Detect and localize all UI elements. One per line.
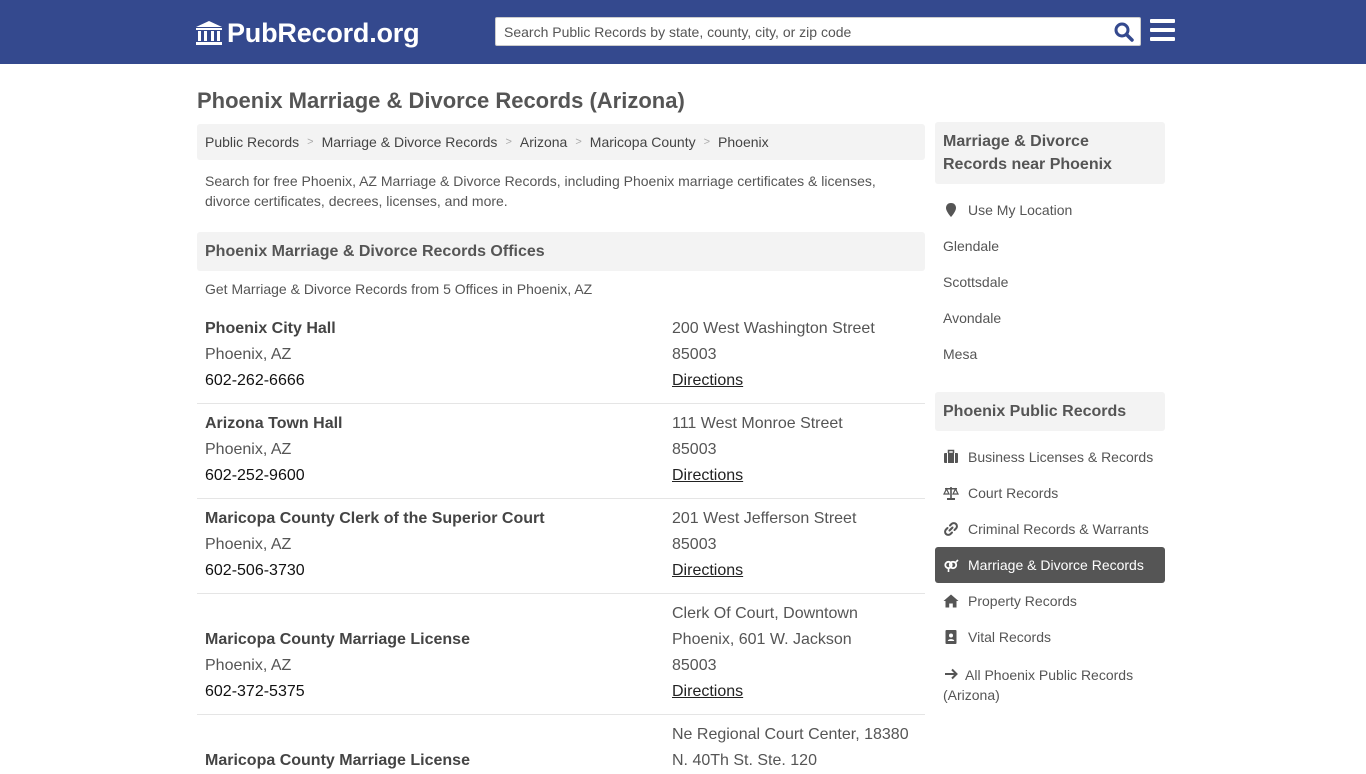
hamburger-menu-icon[interactable]	[1150, 19, 1175, 41]
breadcrumb: Public Records > Marriage & Divorce Reco…	[197, 124, 925, 160]
nearby-records-heading: Marriage & Divorce Records near Phoenix	[935, 122, 1165, 184]
all-public-records-link[interactable]: All Phoenix Public Records (Arizona)	[943, 665, 1158, 705]
office-address-line: 111 West Monroe Street	[672, 415, 843, 432]
office-address-line: Clerk Of Court, Downtown	[672, 605, 858, 622]
breadcrumb-public-records[interactable]: Public Records	[205, 134, 299, 150]
breadcrumb-marriage-divorce[interactable]: Marriage & Divorce Records	[322, 134, 498, 150]
office-list-item: Maricopa County Marriage License Phoenix…	[197, 601, 925, 715]
office-address-line: Ne Regional Court Center, 18380	[672, 726, 909, 743]
directions-link[interactable]: Directions	[672, 467, 743, 484]
offices-section-heading: Phoenix Marriage & Divorce Records Offic…	[197, 232, 925, 271]
sidebar-item-label: Vital Records	[968, 629, 1052, 645]
office-list-item: Maricopa County Marriage License Ne Regi…	[197, 722, 925, 769]
directions-link[interactable]: Directions	[672, 372, 743, 389]
scale-icon	[943, 487, 959, 500]
office-address-line: 201 West Jefferson Street	[672, 510, 857, 527]
office-city: Phoenix, AZ	[205, 346, 292, 363]
sidebar-item-label: Criminal Records & Warrants	[968, 521, 1149, 537]
sidebar-item-court-records[interactable]: Court Records	[943, 485, 1058, 501]
search-box	[495, 17, 1141, 46]
logo-text: PubRecord.org	[227, 17, 420, 48]
search-icon[interactable]	[1114, 22, 1134, 42]
chevron-right-icon: >	[703, 136, 711, 148]
arrow-right-icon	[945, 668, 958, 680]
top-navigation-bar: PubRecord.org	[0, 0, 1366, 64]
all-public-records-label: All Phoenix Public Records (Arizona)	[943, 667, 1134, 703]
nearby-city-avondale[interactable]: Avondale	[943, 310, 1001, 326]
nearby-city-mesa[interactable]: Mesa	[943, 346, 977, 362]
sidebar-item-vital-records[interactable]: Vital Records	[943, 629, 1051, 645]
office-address-line: Phoenix, 601 W. Jackson	[672, 631, 852, 648]
office-phone[interactable]: 602-252-9600	[205, 463, 342, 489]
sidebar-item-label: Marriage & Divorce Records	[968, 557, 1144, 573]
home-icon	[943, 594, 959, 608]
office-address-line: N. 40Th St. Ste. 120	[672, 752, 817, 769]
breadcrumb-phoenix[interactable]: Phoenix	[718, 134, 769, 150]
gender-icon	[944, 559, 959, 572]
office-phone[interactable]: 602-372-5375	[205, 679, 470, 705]
breadcrumb-arizona[interactable]: Arizona	[520, 134, 567, 150]
office-phone[interactable]: 602-506-3730	[205, 558, 545, 584]
sidebar-item-label: Property Records	[968, 593, 1077, 609]
use-my-location-label: Use My Location	[968, 202, 1073, 218]
office-city: Phoenix, AZ	[205, 441, 292, 458]
public-records-heading: Phoenix Public Records	[935, 392, 1165, 431]
office-address-line: 200 West Washington Street	[672, 320, 875, 337]
sidebar-item-business-licenses[interactable]: Business Licenses & Records	[943, 449, 1153, 465]
page-title: Phoenix Marriage & Divorce Records (Ariz…	[197, 88, 685, 113]
office-list-item: Arizona Town Hall Phoenix, AZ 602-252-96…	[197, 411, 925, 499]
nearby-city-scottsdale[interactable]: Scottsdale	[943, 274, 1008, 290]
link-icon	[944, 522, 958, 536]
office-city: Phoenix, AZ	[205, 657, 292, 674]
sidebar-item-label: Court Records	[968, 485, 1059, 501]
chevron-right-icon: >	[505, 136, 512, 148]
use-my-location-link[interactable]: Use My Location	[943, 202, 1072, 218]
search-input[interactable]	[496, 18, 1106, 45]
sidebar-item-label: Business Licenses & Records	[968, 449, 1154, 465]
office-zip: 85003	[672, 657, 717, 674]
office-name: Maricopa County Marriage License	[205, 752, 470, 769]
office-zip: 85003	[672, 441, 717, 458]
office-zip: 85003	[672, 536, 717, 553]
chevron-right-icon: >	[307, 136, 314, 148]
office-phone[interactable]: 602-262-6666	[205, 368, 336, 394]
directions-link[interactable]: Directions	[672, 562, 743, 579]
office-name: Arizona Town Hall	[205, 415, 343, 432]
building-columns-icon	[196, 21, 222, 45]
sidebar-item-criminal-records[interactable]: Criminal Records & Warrants	[943, 521, 1149, 537]
breadcrumb-maricopa-county[interactable]: Maricopa County	[590, 134, 696, 150]
office-name: Phoenix City Hall	[205, 320, 336, 337]
sidebar-item-property-records[interactable]: Property Records	[943, 593, 1077, 609]
office-zip: 85003	[672, 346, 717, 363]
office-list-item: Phoenix City Hall Phoenix, AZ 602-262-66…	[197, 316, 925, 404]
offices-count-text: Get Marriage & Divorce Records from 5 Of…	[205, 281, 593, 297]
briefcase-icon	[944, 449, 958, 463]
contact-book-icon	[945, 630, 957, 644]
office-name: Maricopa County Marriage License	[205, 631, 470, 648]
intro-text: Search for free Phoenix, AZ Marriage & D…	[205, 173, 876, 209]
sidebar-item-marriage-divorce[interactable]: Marriage & Divorce Records	[943, 557, 1144, 573]
office-city: Phoenix, AZ	[205, 536, 292, 553]
nearby-city-glendale[interactable]: Glendale	[943, 238, 999, 254]
chevron-right-icon: >	[575, 136, 582, 148]
office-list-item: Maricopa County Clerk of the Superior Co…	[197, 506, 925, 594]
office-name: Maricopa County Clerk of the Superior Co…	[205, 510, 545, 527]
directions-link[interactable]: Directions	[672, 683, 743, 700]
site-logo-link[interactable]: PubRecord.org	[195, 17, 420, 49]
map-marker-icon	[946, 203, 956, 217]
